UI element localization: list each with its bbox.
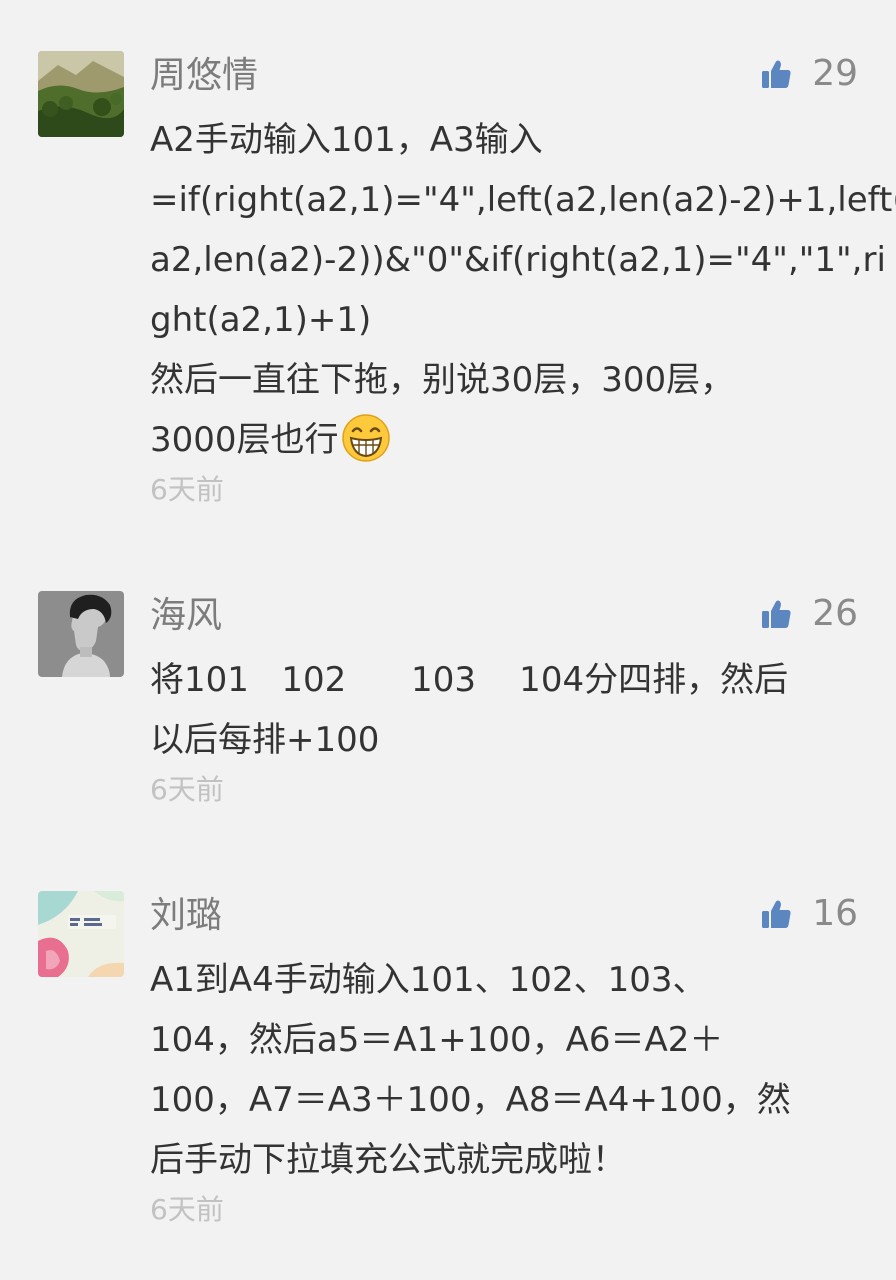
avatar[interactable] xyxy=(38,51,124,137)
like-button[interactable]: 26 xyxy=(760,590,858,638)
comment-line: 然后一直往下拖，别说30层，300层， xyxy=(150,360,735,400)
avatar[interactable] xyxy=(38,891,124,977)
grinning-face-icon xyxy=(341,414,390,462)
comment-line: 后手动下拉填充公式就完成啦！ xyxy=(150,1140,626,1180)
like-count: 26 xyxy=(812,593,858,634)
like-count: 29 xyxy=(812,53,858,94)
comment-line: 3000层也行 xyxy=(150,420,339,460)
comment-line: 将101 102 103 104分四排，然后 xyxy=(150,660,789,700)
comment-line: A2手动输入101，A3输入 xyxy=(150,120,543,160)
comment-line: 以后每排+100 xyxy=(150,720,380,760)
pastel-art-avatar-icon xyxy=(38,891,124,977)
comment-time: 6天前 xyxy=(150,773,224,806)
comment-author[interactable]: 刘璐 xyxy=(150,892,222,940)
comment-line: 104，然后a5＝A1+100，A6＝A2＋ xyxy=(150,1020,724,1060)
comment-author[interactable]: 周悠情 xyxy=(150,52,258,100)
comment-line: 100，A7＝A3＋100，A8＝A4+100，然 xyxy=(150,1080,791,1120)
landscape-avatar-icon xyxy=(38,51,124,137)
comment-time: 6天前 xyxy=(150,473,224,506)
avatar[interactable] xyxy=(38,591,124,677)
comment-body: A2手动输入101，A3输入 =if(right(a2,1)="4",left(… xyxy=(150,110,896,470)
thumbs-up-icon xyxy=(762,60,791,88)
comment-time: 6天前 xyxy=(150,1193,224,1226)
comment-line: ght(a2,1)+1) xyxy=(150,300,372,340)
like-count: 16 xyxy=(812,893,858,934)
comment-item: 刘璐 16 A1到A4手动输入101、102、103、 104，然后a5＝A1+… xyxy=(0,840,896,1280)
comment-line: a2,len(a2)-2))&"0"&if(right(a2,1)="4","1… xyxy=(150,240,886,280)
comment-author[interactable]: 海风 xyxy=(150,592,222,640)
comment-body: A1到A4手动输入101、102、103、 104，然后a5＝A1+100，A6… xyxy=(150,950,850,1190)
comment-line: =if(right(a2,1)="4",left(a2,len(a2)-2)+1… xyxy=(150,180,896,220)
thumbs-up-icon xyxy=(762,600,791,628)
comment-item: 海风 26 将101 102 103 104分四排，然后 以后每排+100 6天… xyxy=(0,540,896,840)
thumbs-up-icon xyxy=(762,900,791,928)
comment-item: 周悠情 29 A2手动输入101，A3输入 =if(right(a2,1)="4… xyxy=(0,0,896,540)
comment-line-with-emoji: 3000层也行 xyxy=(150,410,850,470)
like-button[interactable]: 29 xyxy=(760,50,858,98)
person-avatar-icon xyxy=(38,591,124,677)
comment-line: A1到A4手动输入101、102、103、 xyxy=(150,960,707,1000)
like-button[interactable]: 16 xyxy=(760,890,858,938)
comment-body: 将101 102 103 104分四排，然后 以后每排+100 xyxy=(150,650,850,770)
